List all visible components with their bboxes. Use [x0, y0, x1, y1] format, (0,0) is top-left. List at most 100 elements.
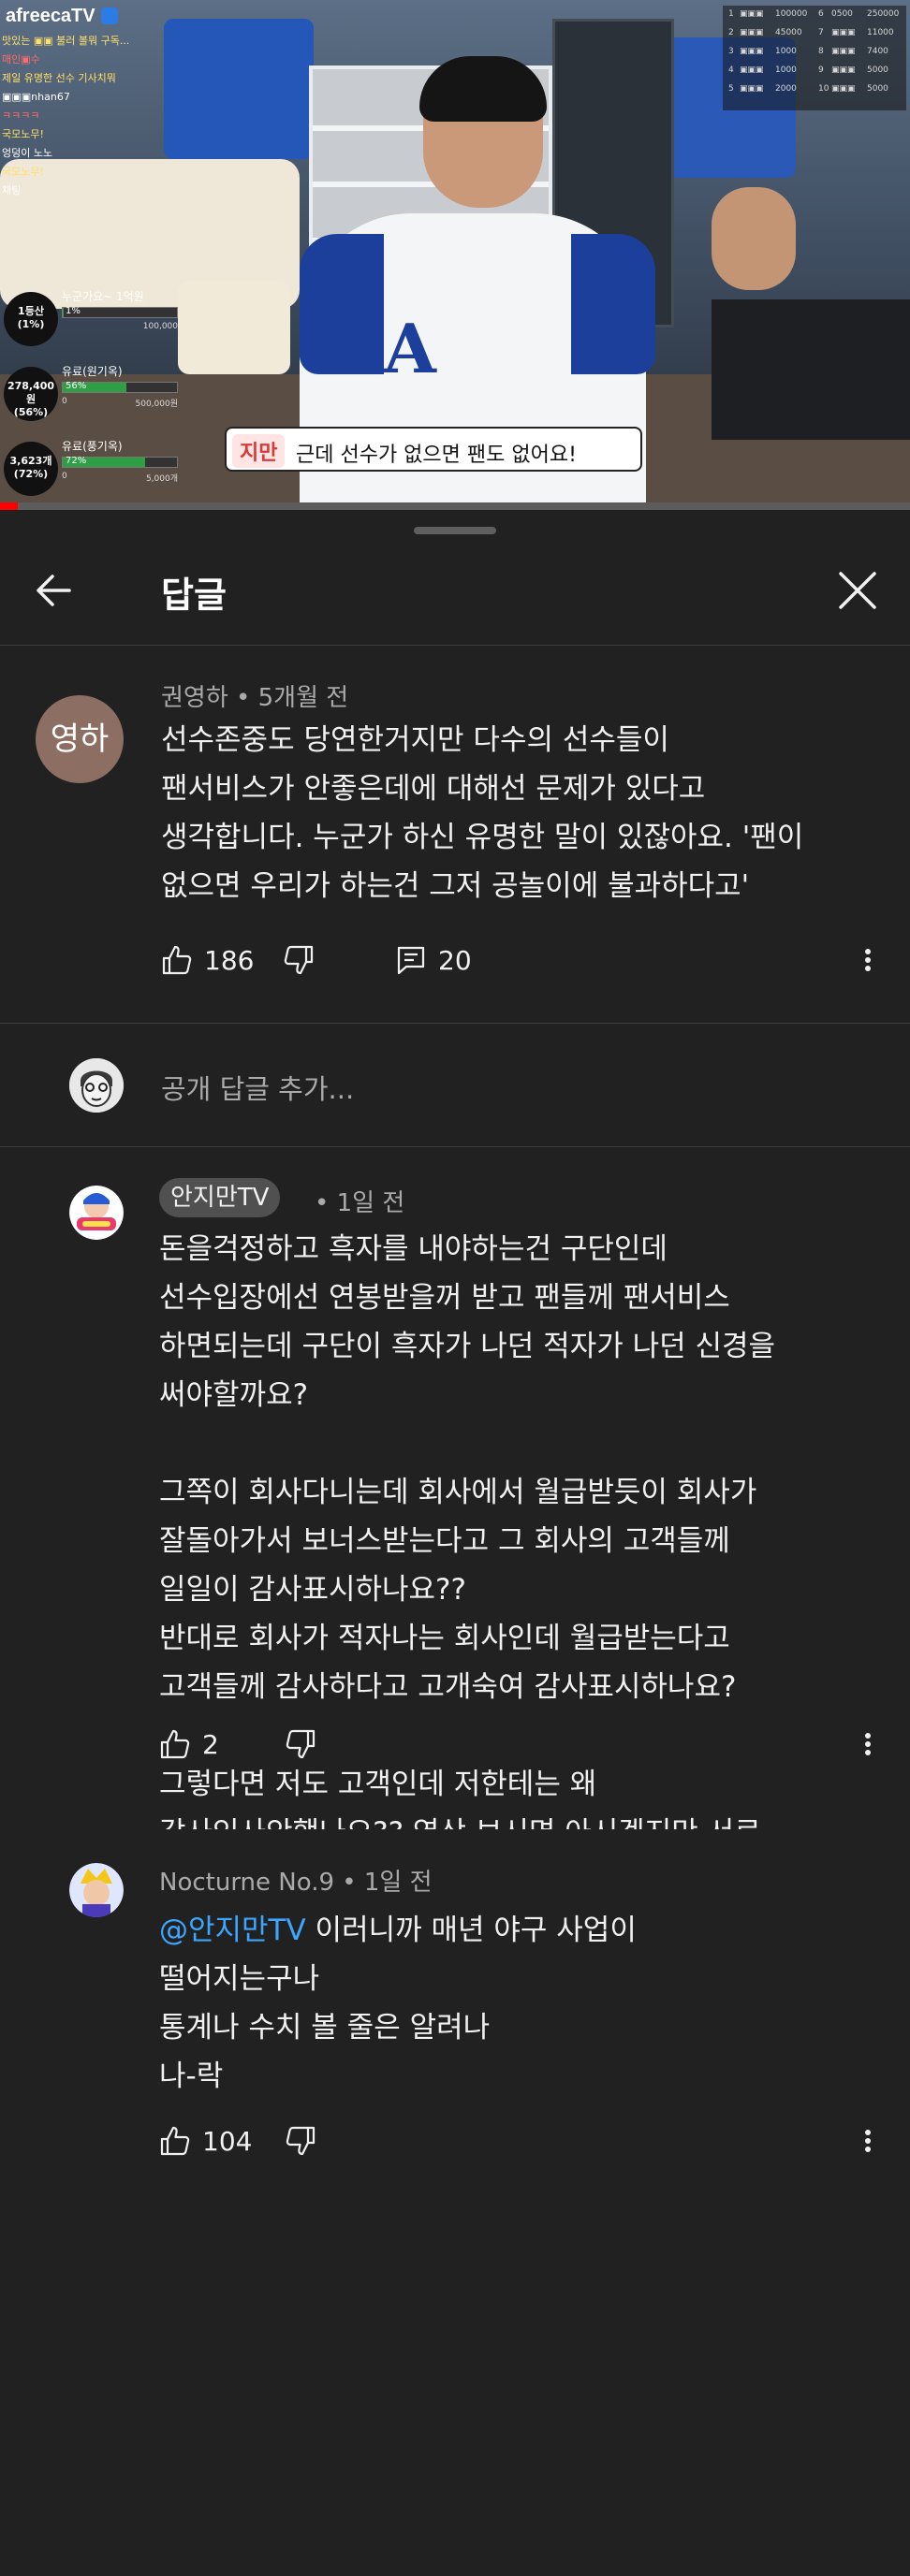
chat-line: 제일 유명한 선수 기사치뭐 — [2, 72, 116, 84]
chat-line: 국모노무! — [2, 166, 44, 178]
like-button[interactable]: 104 — [159, 2118, 252, 2164]
video-subtitle: 지만 근데 선수가 없으면 팬도 없어요! — [225, 427, 642, 472]
avatar[interactable] — [69, 1863, 124, 1917]
goal-percent: 56% — [66, 381, 87, 391]
ranking-cell: ▣▣▣ — [831, 47, 856, 56]
avatar[interactable]: 영하 — [36, 695, 124, 783]
goal-range-max: 100,000 — [142, 322, 178, 331]
donation-goal-panel: 1등산 (1%) 누군가요~ 1억원 1% 100,000 278,400원 (… — [0, 288, 178, 503]
ranking-cell: 7400 — [867, 47, 888, 56]
goal-range-min: 0 — [62, 472, 67, 481]
ranking-row: 1 ▣▣▣ 100000 6 0500 250000 — [728, 9, 903, 24]
ranking-cell: 11000 — [867, 28, 894, 37]
comment-icon — [397, 946, 425, 975]
ranking-cell: 1 — [728, 9, 734, 19]
ranking-cell: ▣▣▣ — [831, 84, 856, 94]
like-count: 186 — [204, 944, 255, 976]
ranking-cell: 7 — [818, 28, 824, 37]
chat-line: 국모노무! — [2, 128, 44, 140]
avatar[interactable] — [69, 1186, 124, 1240]
ranking-cell: ▣▣▣ — [831, 28, 856, 37]
ranking-cell: 5 — [728, 84, 734, 94]
like-button[interactable]: 186 — [161, 937, 254, 983]
broadcast-chat-overlay: 맛있는 ▣▣ 불러 볼뭐 구독... 매인▣수 제일 유명한 선수 기사치뭐 ▣… — [2, 32, 170, 200]
dislike-button[interactable] — [285, 2118, 316, 2164]
close-button[interactable] — [831, 564, 884, 617]
broadcast-badge-icon — [101, 7, 118, 24]
more-vert-icon — [865, 949, 871, 971]
user-avatar-icon — [69, 1863, 124, 1917]
video-jersey-logo: A — [384, 309, 436, 388]
dislike-button[interactable] — [283, 937, 315, 983]
more-options-button[interactable] — [854, 2118, 882, 2164]
replies-count-button[interactable]: 20 — [395, 937, 472, 983]
reply-body-rest: 떨어지는구나 통계나 수치 볼 줄은 알려나 나-락 — [159, 1962, 491, 2093]
reply-input-placeholder[interactable]: 공개 답글 추가... — [161, 1068, 354, 1107]
ranking-cell: 1000 — [775, 47, 797, 56]
ranking-cell: ▣▣▣ — [740, 47, 764, 56]
more-options-button[interactable] — [854, 1721, 882, 1768]
chat-line: 매인▣수 — [2, 53, 40, 65]
ranking-cell: 6 — [818, 9, 824, 19]
author-name-chip[interactable]: 안지만TV — [159, 1178, 281, 1217]
ranking-cell: 3 — [728, 47, 734, 56]
video-person-hand — [712, 187, 796, 290]
ranking-cell: ▣▣▣ — [740, 65, 764, 75]
mention-link[interactable]: @안지만TV — [159, 1914, 306, 1947]
ranking-row: 3 ▣▣▣ 1000 8 ▣▣▣ 7400 — [728, 47, 903, 62]
ranking-row: 4 ▣▣▣ 1000 9 ▣▣▣ 5000 — [728, 65, 903, 80]
video-person-sleeve-left — [300, 234, 384, 374]
like-button[interactable]: 2 — [159, 1721, 219, 1768]
goal-title: 유료(풍기옥) — [62, 440, 123, 453]
current-user-avatar — [69, 1058, 124, 1113]
reply-body: @안지만TV 이러니까 매년 야구 사업이 떨어지는구나 통계나 수치 볼 줄은… — [159, 1906, 637, 2101]
thumbs-down-icon — [286, 2126, 316, 2156]
subtitle-text: 근데 선수가 없으면 팬도 없어요! — [296, 444, 577, 467]
dislike-button[interactable] — [285, 1721, 316, 1768]
replies-panel: 답글 영하 권영하 • 5개월 전 선수존중도 당연한거지만 다수의 선수들이 … — [0, 510, 910, 2576]
arrow-back-icon — [37, 575, 71, 606]
like-count: 2 — [202, 1728, 219, 1760]
thumbs-down-icon — [284, 945, 314, 975]
ranking-cell: ▣▣▣ — [740, 28, 764, 37]
more-vert-icon — [865, 1733, 871, 1755]
panel-title: 답글 — [161, 575, 227, 616]
goal-circle: 1등산 (1%) — [4, 292, 58, 346]
goal-circle: 3,623개 (72%) — [4, 442, 58, 496]
subtitle-speaker: 지만 — [232, 434, 286, 468]
comment-meta: 권영하 • 5개월 전 — [161, 684, 349, 712]
ranking-cell: ▣▣▣ — [740, 84, 764, 94]
ranking-cell: 45000 — [775, 28, 802, 37]
ranking-cell: 5000 — [867, 65, 888, 75]
donation-ranking-board: 1 ▣▣▣ 100000 6 0500 250000 2 ▣▣▣ 45000 7… — [723, 6, 906, 110]
reply-meta: Nocturne No.9 • 1일 전 — [159, 1869, 433, 1897]
back-button[interactable] — [28, 564, 81, 617]
reply-actions: 104 — [159, 2118, 534, 2164]
ranking-cell: 5000 — [867, 84, 888, 94]
drag-handle[interactable] — [414, 527, 496, 534]
panel-header: 답글 — [0, 544, 910, 637]
ranking-cell: 1000 — [775, 65, 797, 75]
ranking-cell: 4 — [728, 65, 734, 75]
ranking-cell: ▣▣▣ — [740, 9, 764, 19]
reply-item: Nocturne No.9 • 1일 전 @안지만TV 이러니까 매년 야구 사… — [0, 1829, 910, 2576]
like-count: 104 — [202, 2125, 253, 2157]
reply-time: • 1일 전 — [315, 1189, 405, 1217]
chat-line: ▣▣▣nhan67 — [2, 91, 70, 103]
header-divider — [0, 645, 910, 646]
video-ottoman — [178, 281, 290, 374]
ranking-cell: 2 — [728, 28, 734, 37]
goal-title: 누군가요~ 1억원 — [62, 290, 144, 303]
reply-input-row[interactable]: 공개 답글 추가... — [0, 1025, 910, 1146]
chat-line: ㅋㅋㅋㅋ — [2, 109, 40, 122]
chat-line: 채팅 — [2, 184, 22, 196]
channel-logo-icon — [69, 1186, 124, 1240]
ranking-row: 2 ▣▣▣ 45000 7 ▣▣▣ 11000 — [728, 28, 903, 43]
more-options-button[interactable] — [854, 937, 882, 983]
video-player[interactable]: A afreecaTV 맛있는 ▣▣ 불러 볼뭐 구독... 매인▣수 제일 유… — [0, 0, 910, 510]
video-progress-bar[interactable] — [0, 502, 910, 510]
goal-range-max: 500,000원 — [135, 400, 179, 409]
thumbs-down-icon — [286, 1729, 316, 1759]
video-person-sleeve-right — [571, 234, 655, 374]
donation-goal-row: 3,623개 (72%) 유료(풍기옥) 72% 0 5,000개 — [4, 438, 178, 498]
